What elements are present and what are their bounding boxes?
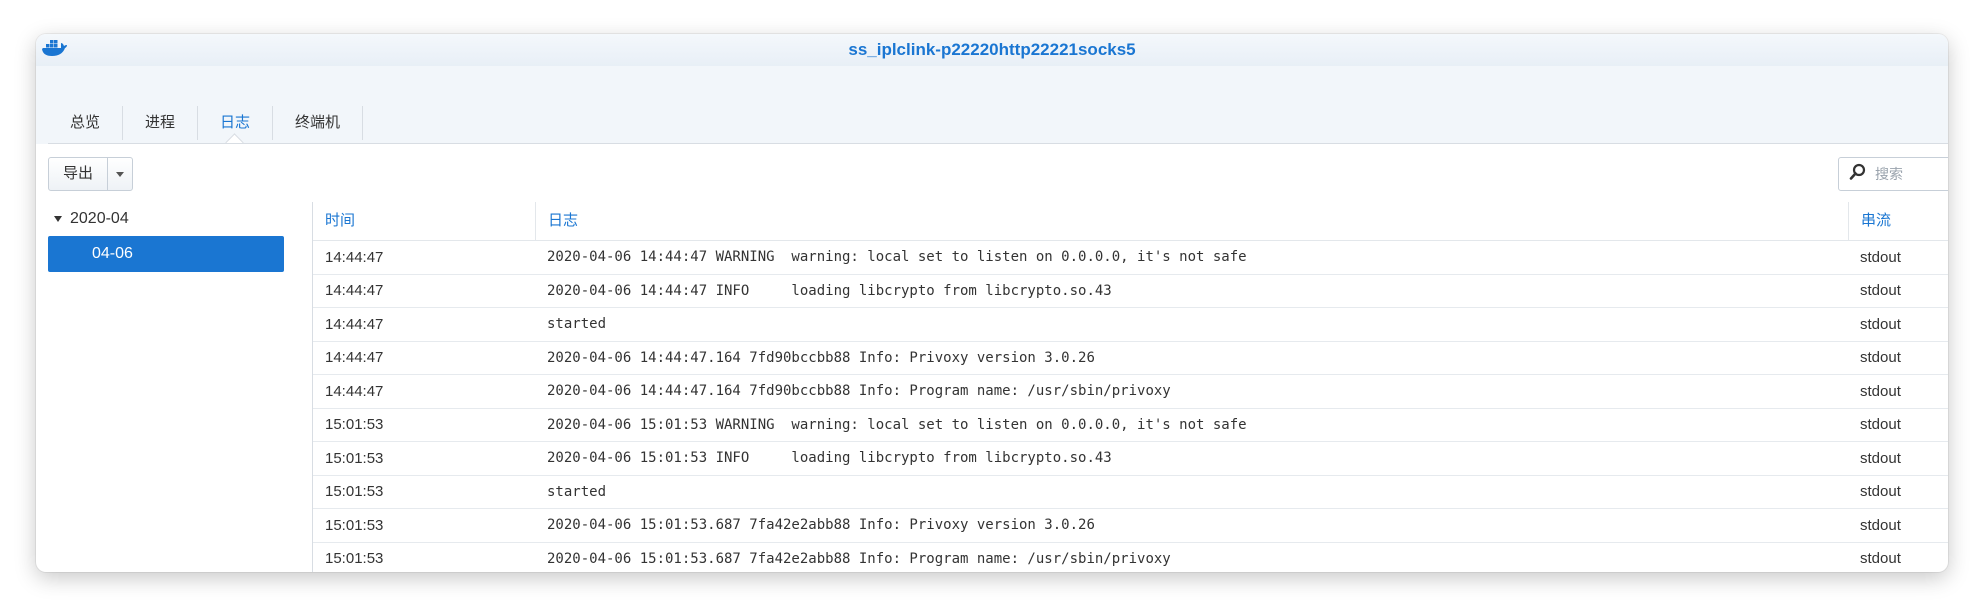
cell-log: 2020-04-06 14:44:47.164 7fd90bccbb88 Inf… <box>547 349 1095 366</box>
cell-time: 15:01:53 <box>325 449 384 467</box>
table-row[interactable]: 14:44:47 2020-04-06 14:44:47.164 7fd90bc… <box>313 342 1948 375</box>
expand-arrow-icon[interactable] <box>54 216 62 222</box>
cell-time: 15:01:53 <box>325 516 384 534</box>
title-bar: ss_iplclink-p22220http22221socks5 <box>36 34 1948 66</box>
cell-stream: stdout <box>1860 282 1901 300</box>
table-header: 时间 日志 串流 <box>313 202 1948 241</box>
cell-time: 14:44:47 <box>325 248 384 266</box>
date-tree: 2020-04 04-06 <box>48 202 284 572</box>
window-title: ss_iplclink-p22220http22221socks5 <box>848 40 1136 59</box>
search-input[interactable] <box>1873 165 1947 183</box>
cell-log: started <box>547 483 607 500</box>
export-button-group: 导出 <box>48 157 133 191</box>
cell-stream: stdout <box>1860 483 1901 501</box>
chevron-down-icon <box>116 171 124 177</box>
tab-overview[interactable]: 总览 <box>48 106 122 140</box>
column-header-log[interactable]: 日志 <box>535 202 1848 240</box>
cell-stream: stdout <box>1860 315 1901 333</box>
cell-log: 2020-04-06 14:44:47 INFO loading libcryp… <box>547 282 1112 299</box>
cell-time: 14:44:47 <box>325 282 384 300</box>
table-row[interactable]: 15:01:53 2020-04-06 15:01:53 INFO loadin… <box>313 442 1948 476</box>
cell-stream: stdout <box>1860 516 1901 534</box>
table-row[interactable]: 15:01:53 2020-04-06 15:01:53.687 7fa42e2… <box>313 509 1948 543</box>
cell-log: 2020-04-06 14:44:47.164 7fd90bccbb88 Inf… <box>547 383 1171 400</box>
table-row[interactable]: 15:01:53 started stdout <box>313 476 1948 509</box>
tab-list: 总览 进程 日志 终端机 <box>48 106 364 140</box>
log-table: 时间 日志 串流 14:44:47 2020-04-06 14:44:47 WA… <box>313 202 1948 572</box>
cell-log: started <box>547 316 607 333</box>
tab-process[interactable]: 进程 <box>122 106 197 140</box>
container-window: ss_iplclink-p22220http22221socks5 总览 进程 … <box>36 34 1948 572</box>
search-icon <box>1839 163 1867 186</box>
table-row[interactable]: 14:44:47 started stdout <box>313 308 1948 342</box>
cell-stream: stdout <box>1860 550 1901 568</box>
cell-log: 2020-04-06 14:44:47 WARNING warning: loc… <box>547 249 1247 266</box>
table-row[interactable]: 14:44:47 2020-04-06 14:44:47 INFO loadin… <box>313 275 1948 308</box>
toolbar: 导出 <box>36 144 1948 202</box>
cell-log: 2020-04-06 15:01:53.687 7fa42e2abb88 Inf… <box>547 550 1171 567</box>
cell-stream: stdout <box>1860 449 1901 467</box>
table-row[interactable]: 15:01:53 2020-04-06 15:01:53 WARNING war… <box>313 409 1948 442</box>
column-header-time[interactable]: 时间 <box>313 202 535 240</box>
table-row[interactable]: 15:01:53 2020-04-06 15:01:53.687 7fa42e2… <box>313 543 1948 573</box>
tab-log[interactable]: 日志 <box>197 106 272 140</box>
cell-log: 2020-04-06 15:01:53 INFO loading libcryp… <box>547 450 1112 467</box>
cell-stream: stdout <box>1860 248 1901 266</box>
cell-time: 15:01:53 <box>325 416 384 434</box>
cell-log: 2020-04-06 15:01:53.687 7fa42e2abb88 Inf… <box>547 517 1095 534</box>
export-button[interactable]: 导出 <box>49 158 107 190</box>
cell-log: 2020-04-06 15:01:53 WARNING warning: loc… <box>547 416 1247 433</box>
cell-time: 14:44:47 <box>325 349 384 367</box>
tree-group-month[interactable]: 2020-04 <box>48 202 284 236</box>
cell-stream: stdout <box>1860 349 1901 367</box>
cell-time: 15:01:53 <box>325 483 384 501</box>
tab-terminal[interactable]: 终端机 <box>272 106 364 140</box>
tab-bar: 总览 进程 日志 终端机 <box>36 66 1948 144</box>
cell-time: 15:01:53 <box>325 550 384 568</box>
column-header-stream[interactable]: 串流 <box>1848 202 1948 240</box>
cell-time: 14:44:47 <box>325 315 384 333</box>
export-dropdown-button[interactable] <box>107 158 132 190</box>
tree-group-label: 2020-04 <box>70 210 129 227</box>
cell-stream: stdout <box>1860 382 1901 400</box>
table-row[interactable]: 14:44:47 2020-04-06 14:44:47.164 7fd90bc… <box>313 375 1948 409</box>
table-row[interactable]: 14:44:47 2020-04-06 14:44:47 WARNING war… <box>313 241 1948 275</box>
search-box[interactable] <box>1838 157 1948 191</box>
cell-time: 14:44:47 <box>325 382 384 400</box>
cell-stream: stdout <box>1860 416 1901 434</box>
tree-item-day-selected[interactable]: 04-06 <box>48 236 284 272</box>
